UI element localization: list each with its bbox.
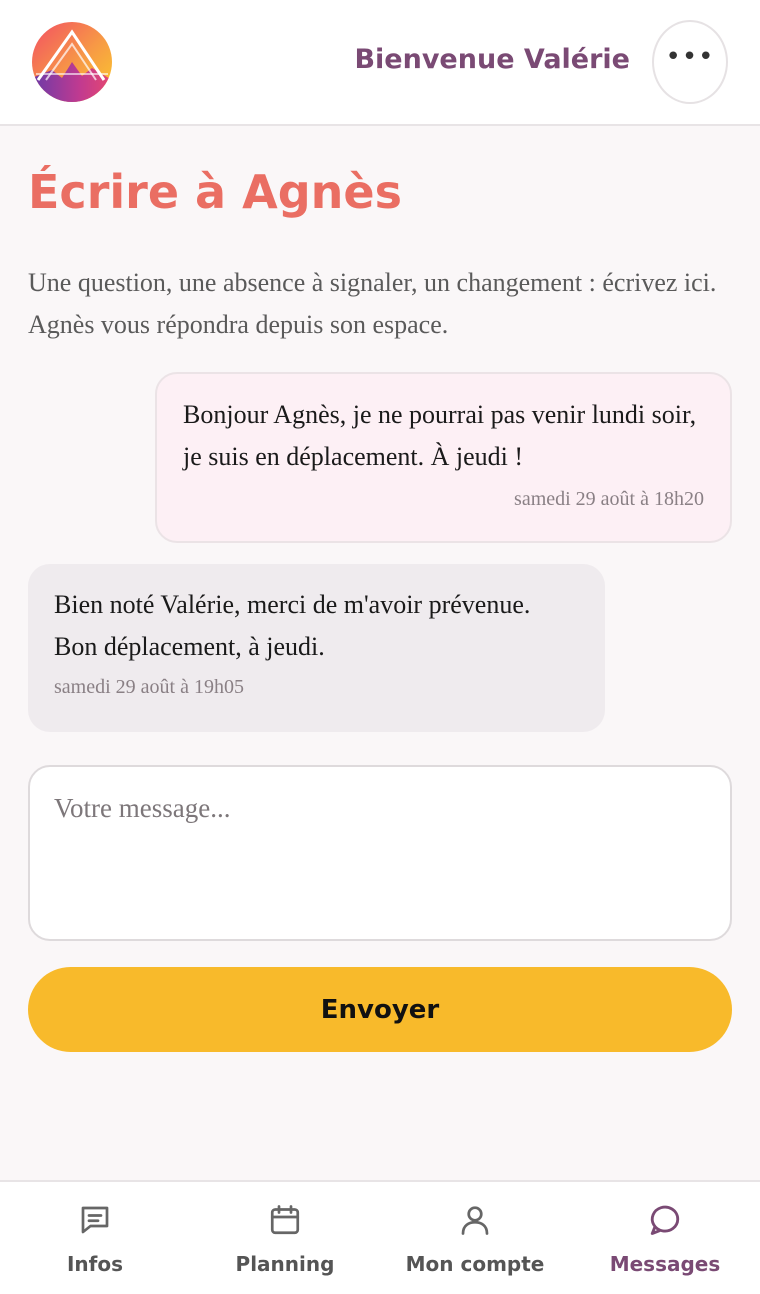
- message-input[interactable]: [28, 765, 732, 941]
- nav-label: Mon compte: [405, 1252, 545, 1276]
- message-text: Bien noté Valérie, merci de m'avoir prév…: [54, 590, 531, 661]
- welcome-text: Bienvenue Valérie: [354, 44, 630, 75]
- message-square-icon: [81, 1206, 109, 1234]
- message-timestamp: samedi 29 août à 19h05: [54, 676, 244, 698]
- nav-item-infos[interactable]: Infos: [0, 1182, 190, 1294]
- calendar-icon: [270, 1205, 300, 1235]
- more-menu-button[interactable]: •••: [652, 20, 728, 104]
- message-bubble-outgoing: Bonjour Agnès, je ne pourrai pas venir l…: [155, 372, 732, 543]
- nav-label: Infos: [66, 1252, 124, 1276]
- page-title: Écrire à Agnès: [28, 165, 402, 219]
- nav-item-messages[interactable]: Messages: [570, 1182, 760, 1294]
- nav-label: Planning: [235, 1252, 335, 1276]
- intro-text: Une question, une absence à signaler, un…: [28, 268, 717, 339]
- user-icon: [461, 1206, 489, 1235]
- message-bubble-incoming: Bien noté Valérie, merci de m'avoir prév…: [28, 564, 605, 732]
- nav-label: Messages: [609, 1252, 721, 1276]
- nav-item-planning[interactable]: Planning: [190, 1182, 380, 1294]
- nav-item-mon-compte[interactable]: Mon compte: [380, 1182, 570, 1294]
- message-timestamp: samedi 29 août à 18h20: [514, 488, 704, 510]
- message-circle-icon: [650, 1205, 680, 1235]
- more-dots-icon: •••: [665, 42, 715, 72]
- bottom-nav: Infos Planning Mon compte Messages: [0, 1180, 760, 1294]
- send-button[interactable]: Envoyer: [28, 967, 732, 1052]
- mountain-logo-icon[interactable]: [32, 22, 112, 102]
- message-text: Bonjour Agnès, je ne pourrai pas venir l…: [183, 400, 697, 471]
- app-header: Bienvenue Valérie •••: [0, 0, 760, 126]
